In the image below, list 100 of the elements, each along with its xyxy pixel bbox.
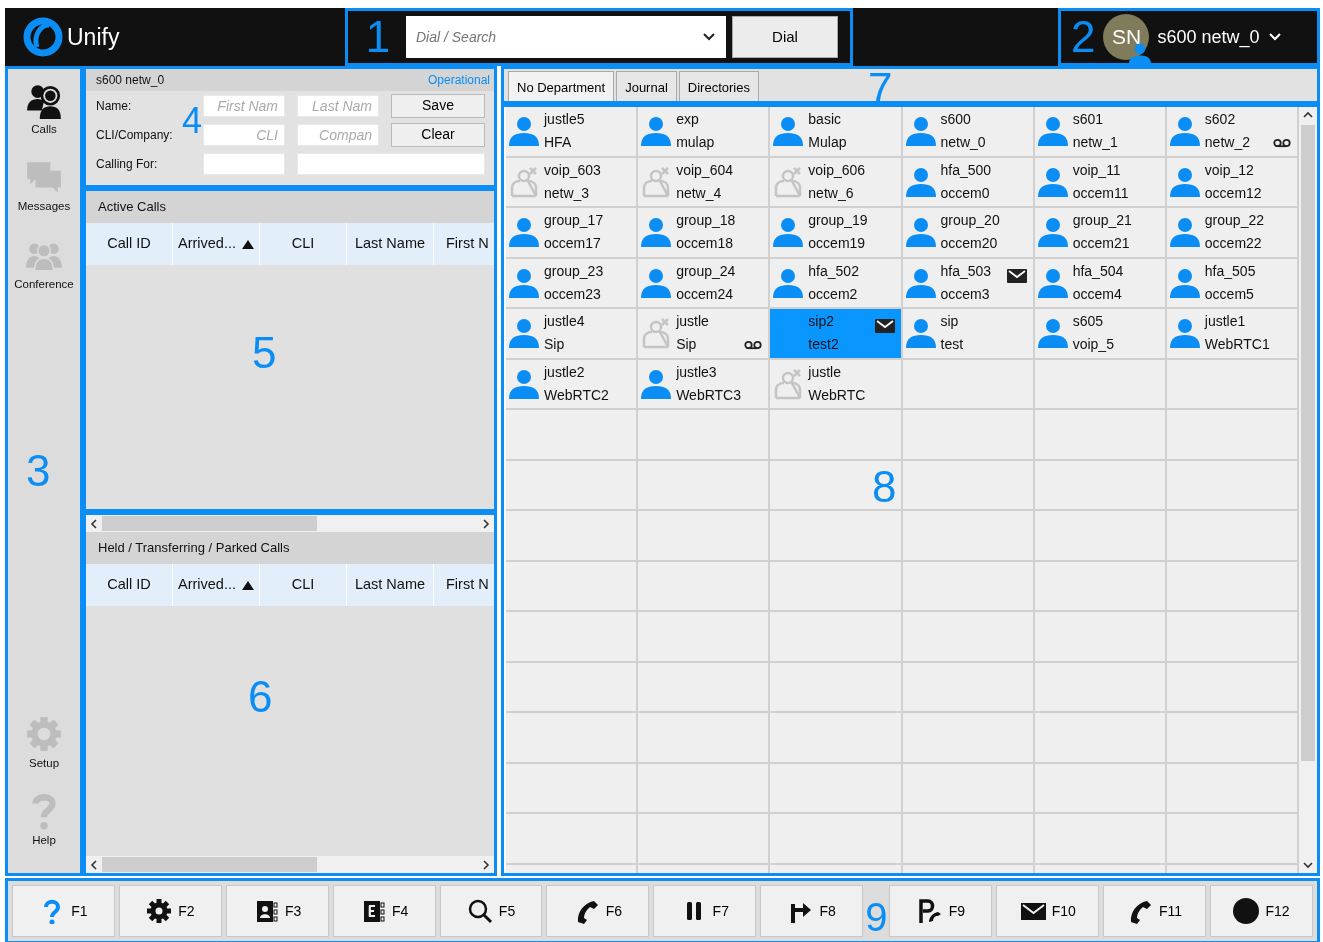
column-header[interactable]: Arrived... — [173, 564, 260, 606]
person-icon — [640, 266, 673, 299]
scroll-down-icon[interactable] — [1303, 861, 1313, 869]
app-logo-text: Unify — [67, 22, 120, 52]
scroll-left-icon[interactable] — [90, 518, 98, 529]
function-key[interactable]: F4 — [332, 885, 436, 937]
horizontal-scrollbar[interactable] — [86, 515, 494, 532]
function-key[interactable]: F2 — [118, 885, 222, 937]
contact-subtitle: occem20 — [940, 234, 999, 254]
contact-tile[interactable]: justle3 WebRTC3 — [638, 359, 771, 410]
callout-number: 2 — [1071, 15, 1096, 59]
record-dot-icon — [1233, 898, 1260, 924]
contact-name: sip2 — [808, 312, 835, 332]
tab[interactable]: Journal — [616, 71, 677, 101]
form-button[interactable]: Save — [391, 93, 485, 118]
contact-name: group_17 — [544, 211, 604, 231]
function-key[interactable]: F1 — [12, 885, 115, 937]
column-header[interactable]: First N — [434, 564, 494, 606]
column-header[interactable]: Arrived... — [173, 223, 260, 265]
input-field[interactable] — [203, 152, 285, 175]
status-text: Operational — [427, 72, 490, 89]
contact-tile[interactable]: justle WebRTC — [770, 359, 903, 410]
scroll-right-icon[interactable] — [482, 859, 490, 870]
input-field[interactable]: Compan — [297, 123, 379, 146]
contact-subtitle: occem21 — [1072, 234, 1131, 254]
contact-name: hfa_504 — [1072, 261, 1124, 281]
contact-name: justle2 — [544, 362, 586, 382]
contact-name: s605 — [1072, 312, 1104, 332]
contact-subtitle: WebRTC2 — [544, 385, 609, 405]
callout-number: 3 — [26, 449, 51, 493]
person-icon — [1168, 317, 1201, 350]
contact-subtitle: netw_0 — [940, 133, 986, 153]
user-avatar[interactable]: SN — [1103, 14, 1150, 60]
contact-subtitle: occem19 — [808, 234, 867, 254]
column-header[interactable]: CLI — [260, 223, 347, 265]
sidebar-item[interactable]: Help — [25, 787, 63, 853]
function-key[interactable]: F3 — [225, 885, 329, 937]
scroll-right-icon[interactable] — [482, 518, 490, 529]
callout-number: 6 — [248, 675, 273, 719]
column-header[interactable]: Last Name — [347, 564, 434, 606]
settings-icon — [146, 898, 173, 924]
contact-name: voip_606 — [808, 160, 866, 180]
chevron-down-icon[interactable] — [702, 32, 716, 42]
function-key[interactable]: F9 — [889, 885, 993, 937]
sidebar-item[interactable]: Setup — [25, 710, 63, 776]
function-key[interactable]: F10 — [996, 885, 1100, 937]
callout-number: 1 — [364, 15, 392, 59]
person-icon — [1036, 317, 1069, 350]
person-icon — [508, 115, 540, 148]
contact-name: voip_603 — [544, 160, 601, 180]
input-field[interactable]: Last Nam — [297, 94, 379, 117]
function-key[interactable]: F5 — [439, 885, 543, 937]
horizontal-scrollbar[interactable] — [86, 856, 494, 873]
sidebar-item[interactable]: Messages — [17, 154, 71, 220]
scroll-left-icon[interactable] — [90, 859, 98, 870]
contact-name: hfa_502 — [808, 261, 859, 281]
contact-subtitle: netw_6 — [808, 183, 855, 203]
contact-subtitle: occem18 — [676, 234, 734, 254]
person-icon — [1168, 165, 1201, 198]
logo-icon — [23, 17, 63, 57]
person-crossed-icon — [508, 165, 540, 198]
callout-number: 8 — [872, 465, 897, 509]
form-button[interactable]: Clear — [391, 122, 485, 147]
contact-subtitle: occem0 — [940, 183, 991, 203]
tab[interactable]: Directories — [678, 71, 759, 101]
user-name[interactable]: s600 netw_0 — [1157, 23, 1260, 51]
contact-tile[interactable]: sip test — [902, 309, 1035, 360]
column-header[interactable]: Call ID — [86, 564, 173, 606]
contact-tile[interactable]: justle1 WebRTC1 — [1166, 309, 1299, 360]
vertical-scrollbar[interactable] — [1299, 107, 1317, 873]
callout-number: 4 — [182, 103, 203, 139]
contact-tile[interactable]: justle2 WebRTC2 — [506, 359, 639, 410]
contact-name: group_23 — [544, 261, 604, 281]
person-icon — [508, 367, 540, 400]
contact-name: group_24 — [676, 261, 736, 281]
function-key[interactable]: F7 — [653, 885, 757, 937]
column-header[interactable]: Last Name — [347, 223, 434, 265]
column-header[interactable]: Call ID — [86, 223, 173, 265]
contact-name: basic — [808, 110, 842, 130]
scroll-up-icon[interactable] — [1303, 111, 1313, 119]
input-field[interactable]: CLI — [203, 123, 285, 146]
sidebar-item[interactable]: Conference — [14, 231, 74, 297]
sidebar-item[interactable]: Calls — [25, 77, 63, 143]
contact-name: group_22 — [1204, 211, 1264, 231]
function-key[interactable]: F8 — [760, 885, 864, 937]
function-key[interactable]: F11 — [1103, 885, 1207, 937]
input-field[interactable]: First Nam — [203, 94, 285, 117]
function-key[interactable]: F6 — [546, 885, 650, 937]
contact-subtitle: occem23 — [544, 284, 602, 304]
column-header[interactable]: CLI — [260, 564, 347, 606]
function-key[interactable]: F12 — [1210, 885, 1313, 937]
section-title: Held / Transferring / Parked Calls — [86, 532, 494, 564]
column-header[interactable]: First N — [434, 223, 494, 265]
contact-tile[interactable]: s605 voip_5 — [1034, 309, 1167, 360]
input-field[interactable] — [297, 152, 485, 175]
callout-number: 5 — [252, 331, 277, 375]
dial-search-field[interactable]: Dial / Search — [406, 16, 726, 58]
person-icon — [904, 216, 937, 249]
tab[interactable]: No Department — [508, 71, 615, 101]
dial-button[interactable]: Dial — [732, 16, 838, 58]
